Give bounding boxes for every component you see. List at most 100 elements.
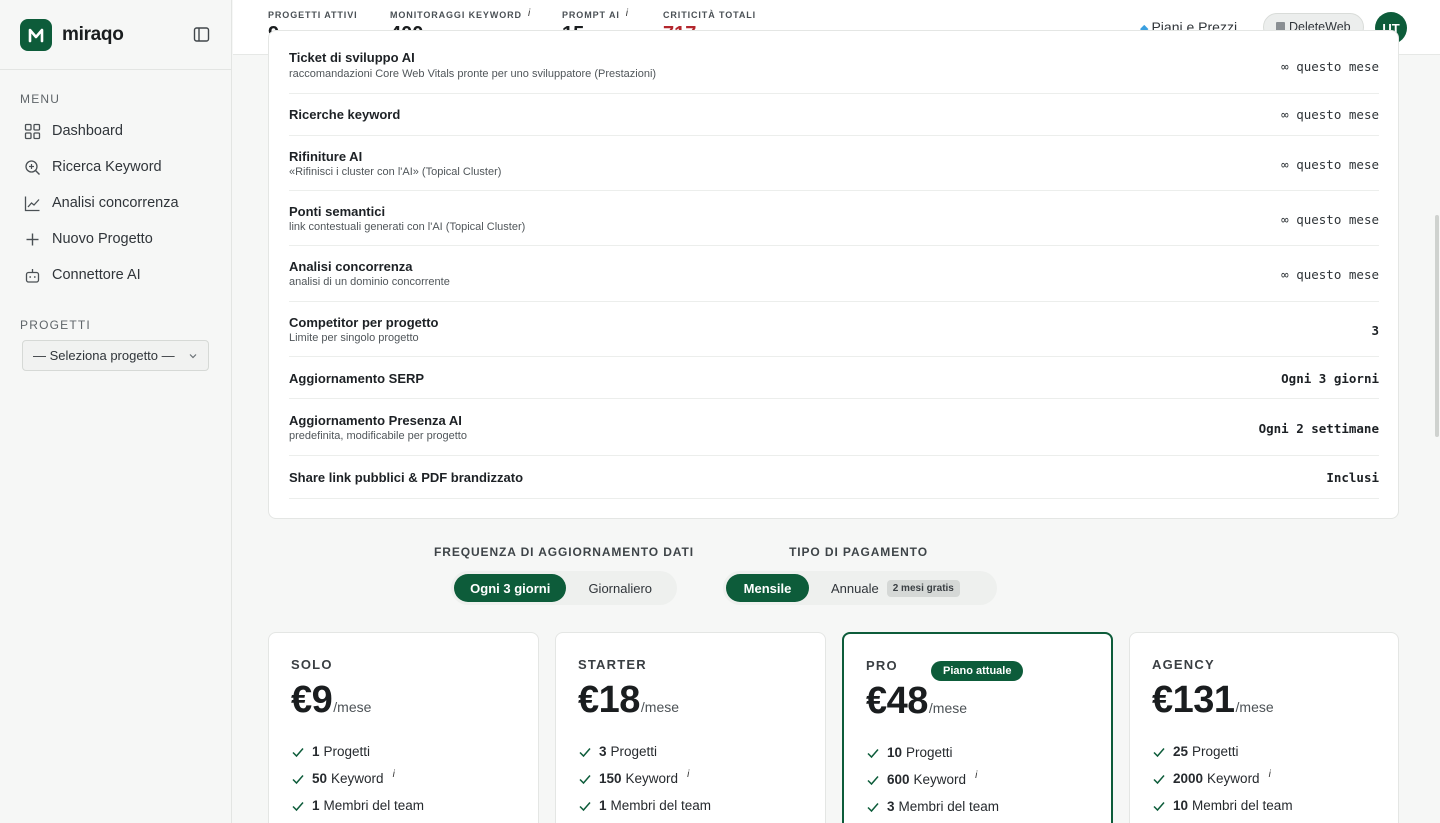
check-icon: [867, 775, 879, 785]
usage-desc: analisi di un dominio concorrente: [289, 276, 450, 288]
usage-desc: link contestuali generati con l'AI (Topi…: [289, 221, 526, 233]
usage-row: Share link pubblici & PDF brandizzato In…: [289, 456, 1379, 499]
grid-icon: [24, 123, 41, 139]
check-icon: [292, 747, 304, 757]
usage-desc: «Rifinisci i cluster con l'AI» (Topical …: [289, 166, 502, 178]
frequency-toggle-group: FREQUENZA DI AGGIORNAMENTO DATI Ogni 3 g…: [431, 545, 697, 605]
feature-label: Membri del team: [898, 799, 1000, 814]
frequency-option-giornaliero[interactable]: Giornaliero: [566, 574, 674, 602]
discount-badge: 2 mesi gratis: [886, 579, 960, 597]
frequency-toggle: Ogni 3 giorni Giornaliero: [451, 571, 677, 605]
payment-option-label: Annuale: [831, 580, 879, 596]
sidebar-item-connettore-ai[interactable]: Connettore AI: [0, 257, 231, 293]
sidebar-item-ricerca-keyword[interactable]: Ricerca Keyword: [0, 149, 231, 185]
sidebar-item-analisi-concorrenza[interactable]: Analisi concorrenza: [0, 185, 231, 221]
stat-label: PROMPT AI: [562, 10, 620, 20]
feature-count: 1: [312, 744, 320, 759]
feature-label: Keyword: [625, 771, 679, 786]
menu-heading: MENU: [20, 92, 61, 106]
payment-option-annuale[interactable]: Annuale 2 mesi gratis: [809, 574, 989, 602]
usage-desc: raccomandazioni Core Web Vitals pronte p…: [289, 68, 657, 80]
info-icon[interactable]: i: [626, 8, 629, 19]
usage-row: Aggiornamento Presenza AI predefinita, m…: [289, 399, 1379, 456]
price-amount: €131: [1152, 679, 1235, 721]
plan-card-solo[interactable]: SOLO €9/mese 1 Progetti 50 Keyword i 1 Membr…: [268, 632, 539, 823]
check-icon: [579, 747, 591, 757]
check-icon: [1153, 747, 1165, 757]
usage-limits-card: Ticket di sviluppo AI raccomandazioni Co…: [268, 30, 1399, 519]
usage-value: 3: [1371, 323, 1379, 338]
plan-price: €9/mese: [291, 679, 371, 722]
usage-desc: predefinita, modificabile per progetto: [289, 430, 467, 442]
sidebar-item-dashboard[interactable]: Dashboard: [0, 113, 231, 149]
stat-label: PROGETTI ATTIVI: [268, 10, 358, 20]
feature-count: 50: [312, 771, 328, 786]
price-amount: €48: [866, 680, 928, 722]
frequency-option-3-giorni[interactable]: Ogni 3 giorni: [454, 574, 567, 602]
sidebar-item-nuovo-progetto[interactable]: Nuovo Progetto: [0, 221, 231, 257]
feature-count: 1: [599, 798, 607, 813]
plan-name: PRO: [866, 658, 898, 673]
sidebar-item-label: Nuovo Progetto: [52, 231, 153, 247]
plan-feature: 2000 Keyword i: [1152, 769, 1271, 786]
sidebar-item-label: Connettore AI: [52, 267, 141, 283]
plus-icon: [26, 233, 39, 245]
usage-name: Analisi concorrenza: [289, 259, 413, 274]
projects-heading: PROGETTI: [20, 318, 91, 332]
feature-count: 25: [1173, 744, 1189, 759]
sidebar-item-label: Dashboard: [52, 123, 123, 139]
plan-feature: 3 Progetti: [578, 744, 657, 759]
price-period: /mese: [333, 699, 372, 715]
plan-price: €48/mese: [866, 680, 967, 723]
price-amount: €18: [578, 679, 640, 721]
usage-desc: Limite per singolo progetto: [289, 332, 419, 344]
info-icon[interactable]: i: [975, 770, 977, 781]
usage-value: ∞ questo mese: [1281, 212, 1379, 227]
sidebar-nav: Dashboard Ricerca Keyword Analisi concor…: [0, 113, 231, 293]
logo-icon[interactable]: [20, 18, 52, 51]
feature-count: 10: [1173, 798, 1189, 813]
feature-count: 10: [887, 745, 903, 760]
info-icon[interactable]: i: [687, 769, 689, 780]
check-icon: [1153, 801, 1165, 811]
frequency-label: FREQUENZA DI AGGIORNAMENTO DATI: [434, 545, 694, 559]
plan-card-starter[interactable]: STARTER €18/mese 3 Progetti 150 Keyword i 1…: [555, 632, 826, 823]
feature-count: 2000: [1173, 771, 1204, 786]
payment-toggle: Mensile Annuale 2 mesi gratis: [723, 571, 997, 605]
feature-label: Membri del team: [323, 798, 425, 813]
sidebar: miraqo MENU Dashboard Ricerca Keyword An…: [0, 0, 232, 823]
feature-count: 150: [599, 771, 622, 786]
usage-name: Ticket di sviluppo AI: [289, 50, 415, 65]
sidebar-item-label: Analisi concorrenza: [52, 195, 179, 211]
info-icon[interactable]: i: [393, 769, 395, 780]
sidebar-item-label: Ricerca Keyword: [52, 159, 162, 175]
usage-name: Ponti semantici: [289, 204, 386, 219]
feature-label: Progetti: [610, 744, 658, 759]
feature-label: Membri del team: [610, 798, 712, 813]
usage-name: Aggiornamento SERP: [289, 371, 425, 386]
usage-value: ∞ questo mese: [1281, 59, 1379, 74]
page-scrollbar[interactable]: [1435, 215, 1439, 437]
usage-value: Inclusi: [1326, 470, 1379, 485]
plan-card-agency[interactable]: AGENCY €131/mese 25 Progetti 2000 Keyword i…: [1129, 632, 1399, 823]
plan-feature: 25 Progetti: [1152, 744, 1239, 759]
plan-feature: 10 Progetti: [866, 745, 953, 760]
check-icon: [579, 801, 591, 811]
feature-count: 3: [887, 799, 895, 814]
info-icon[interactable]: i: [1269, 769, 1271, 780]
info-icon[interactable]: i: [528, 8, 531, 19]
payment-option-mensile[interactable]: Mensile: [726, 574, 809, 602]
project-select[interactable]: — Seleziona progetto —: [22, 340, 209, 371]
sidebar-toggle-icon[interactable]: [191, 25, 211, 45]
brand-name[interactable]: miraqo: [62, 24, 124, 46]
plan-card-pro[interactable]: PRO Piano attuale €48/mese 10 Progetti 60…: [842, 632, 1113, 823]
feature-label: Progetti: [1192, 744, 1239, 759]
project-select-value: — Seleziona progetto —: [33, 348, 175, 363]
check-icon: [292, 774, 304, 784]
plan-feature: 1 Progetti: [291, 744, 370, 759]
usage-value: ∞ questo mese: [1281, 157, 1379, 172]
feature-count: 1: [312, 798, 320, 813]
price-period: /mese: [640, 699, 680, 715]
plan-name: STARTER: [578, 657, 647, 672]
usage-value: Ogni 2 settimane: [1258, 421, 1379, 436]
